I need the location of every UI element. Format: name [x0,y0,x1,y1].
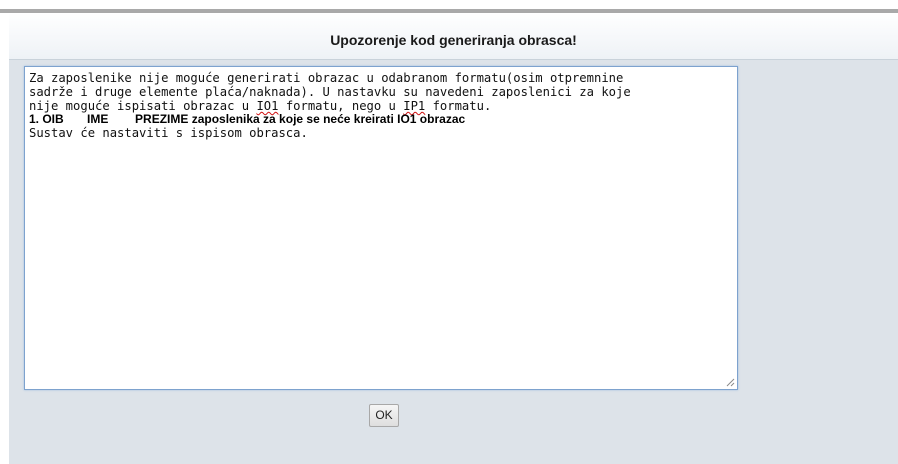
closing-line: Sustav će nastaviti s ispisom obrasca. [29,126,308,140]
message-line-3-mid: formatu, nego u [278,99,404,113]
spellcheck-word-ip1: IP1 [403,99,426,113]
message-line-3-prefix: nije moguće ispisati obrazac u [29,99,257,113]
dialog-title: Upozorenje kod generiranja obrasca! [330,32,577,48]
employee-entry-line: 1. OIB IME PREZIME zaposlenika za koje s… [29,112,466,126]
spellcheck-word-io1: IO1 [256,99,279,113]
resize-grip-icon[interactable] [726,378,735,387]
ok-button[interactable]: OK [369,404,399,427]
message-textarea[interactable]: Za zaposlenike nije moguće generirati ob… [24,66,738,390]
message-line-1: Za zaposlenike nije moguće generirati ob… [29,71,624,85]
message-line-3: nije moguće ispisati obrazac u IO1 forma… [29,99,733,113]
window-top-strip [0,0,898,9]
dialog-header: Upozorenje kod generiranja obrasca! [9,13,898,60]
message-line-2: sadrže i druge elemente plaća/naknada). … [29,85,631,99]
message-line-3-suffix: formatu. [425,99,492,113]
warning-dialog: Upozorenje kod generiranja obrasca! Za z… [9,13,898,464]
window-left-edge [0,13,9,464]
